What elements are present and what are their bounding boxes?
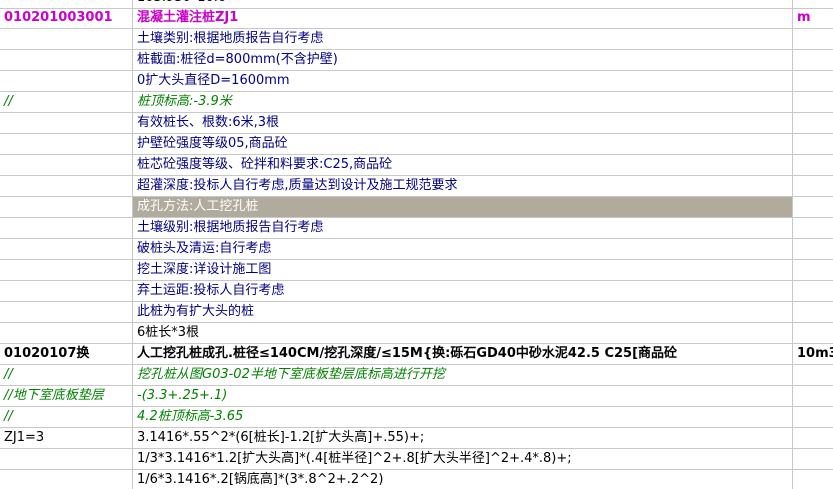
grid-cell-c1[interactable]: ZJ1=3 — [0, 428, 133, 448]
grid-row[interactable]: //挖孔桩从图G03-02半地下室底板垫层底标高进行开挖 — [0, 365, 833, 386]
grid-cell-c2[interactable]: 3.1416*.55^2*(6[桩长]-1.2[扩大头高]+.55)+; — [133, 428, 793, 448]
grid-cell-c3[interactable] — [793, 470, 833, 489]
grid-cell-c2[interactable]: 人工挖孔桩成孔.桩径≤140CM/挖孔深度/≤15M{换:砾石GD40中砂水泥4… — [133, 344, 793, 364]
grid-cell-c1[interactable] — [0, 470, 133, 489]
grid-row[interactable]: 1/6*3.1416*.2[锅底高]*(3*.8^2+.2^2) — [0, 470, 833, 489]
grid-cell-c1[interactable] — [0, 323, 133, 343]
grid-cell-c3[interactable] — [793, 50, 833, 70]
grid-cell-c2[interactable]: 1/6*3.1416*.2[锅底高]*(3*.8^2+.2^2) — [133, 470, 793, 489]
grid-row[interactable]: 01020107换 人工挖孔桩成孔.桩径≤140CM/挖孔深度/≤15M{换:砾石… — [0, 344, 833, 365]
quantity-grid: 103.930*10.6010201003001混凝土灌注桩ZJ1m土壤类别:根… — [0, 0, 833, 489]
grid-row[interactable]: 1/3*3.1416*1.2[扩大头高]*(.4[桩半径]^2+.8[扩大头半径… — [0, 449, 833, 470]
grid-cell-c1[interactable] — [0, 260, 133, 280]
grid-cell-c2[interactable]: 0扩大头直径D=1600mm — [133, 71, 793, 91]
grid-row[interactable]: 6桩长*3根 — [0, 323, 833, 344]
grid-cell-c2[interactable]: 桩截面:桩径d=800mm(不含护壁) — [133, 50, 793, 70]
grid-cell-c1[interactable] — [0, 71, 133, 91]
grid-cell-c3[interactable] — [793, 323, 833, 343]
grid-cell-c1[interactable]: 010201003001 — [0, 8, 133, 28]
grid-cell-c2[interactable]: 挖土深度:详设计施工图 — [133, 260, 793, 280]
grid-cell-c2[interactable]: 混凝土灌注桩ZJ1 — [133, 8, 793, 28]
grid-cell-c3[interactable] — [793, 92, 833, 112]
grid-cell-c2[interactable]: 护壁砼强度等级05,商品砼 — [133, 134, 793, 154]
grid-cell-c1[interactable]: //地下室底板垫层 — [0, 386, 133, 406]
grid-cell-c2[interactable]: 超灌深度:投标人自行考虑,质量达到设计及施工规范要求 — [133, 176, 793, 196]
grid-cell-c2[interactable]: 桩顶标高:-3.9米 — [133, 92, 793, 112]
grid-cell-c1[interactable] — [0, 176, 133, 196]
grid-cell-c1[interactable] — [0, 155, 133, 175]
grid-row[interactable]: 010201003001 混凝土灌注桩ZJ1 m — [0, 8, 833, 29]
grid-cell-c3[interactable]: 10m3 — [793, 344, 833, 364]
grid-cell-c2[interactable]: 成孔方法:人工挖孔桩 — [133, 197, 793, 217]
grid-cell-c3[interactable] — [793, 302, 833, 322]
grid-row[interactable]: 土壤类别:根据地质报告自行考虑 — [0, 29, 833, 50]
grid-cell-c1[interactable] — [0, 239, 133, 259]
grid-row[interactable]: 护壁砼强度等级05,商品砼 — [0, 134, 833, 155]
grid-cell-c3[interactable] — [793, 197, 833, 217]
grid-row[interactable]: 桩芯砼强度等级、砼拌和料要求:C25,商品砼 — [0, 155, 833, 176]
grid-row[interactable]: 破桩头及清运:自行考虑 — [0, 239, 833, 260]
grid-cell-c3[interactable] — [793, 386, 833, 406]
grid-cell-c3[interactable] — [793, 281, 833, 301]
grid-cell-c2[interactable]: 土壤类别:根据地质报告自行考虑 — [133, 29, 793, 49]
grid-cell-c2[interactable]: 6桩长*3根 — [133, 323, 793, 343]
grid-cell-c3[interactable] — [793, 29, 833, 49]
grid-row[interactable]: 挖土深度:详设计施工图 — [0, 260, 833, 281]
grid-row[interactable]: //4.2桩顶标高-3.65 — [0, 407, 833, 428]
grid-cell-c1[interactable] — [0, 281, 133, 301]
grid-row[interactable]: 超灌深度:投标人自行考虑,质量达到设计及施工规范要求 — [0, 176, 833, 197]
grid-cell-c2[interactable]: -(3.3+.25+.1) — [133, 386, 793, 406]
grid-cell-c1[interactable] — [0, 0, 133, 8]
grid-row[interactable]: //地下室底板垫层 -(3.3+.25+.1) — [0, 386, 833, 407]
grid-cell-c3[interactable] — [793, 0, 833, 8]
grid-row[interactable]: 成孔方法:人工挖孔桩 — [0, 197, 833, 218]
grid-cell-c2[interactable]: 弃土运距:投标人自行考虑 — [133, 281, 793, 301]
grid-row[interactable]: 土壤级别:根据地质报告自行考虑 — [0, 218, 833, 239]
grid-row[interactable]: 此桩为有扩大头的桩 — [0, 302, 833, 323]
grid-cell-c1[interactable] — [0, 29, 133, 49]
grid-cell-c3[interactable] — [793, 407, 833, 427]
grid-cell-c3[interactable] — [793, 260, 833, 280]
grid-cell-c2[interactable]: 土壤级别:根据地质报告自行考虑 — [133, 218, 793, 238]
grid-cell-c1[interactable]: // — [0, 407, 133, 427]
grid-cell-c1[interactable] — [0, 50, 133, 70]
grid-cell-c3[interactable] — [793, 365, 833, 385]
grid-row[interactable]: 弃土运距:投标人自行考虑 — [0, 281, 833, 302]
grid-cell-c1[interactable] — [0, 113, 133, 133]
grid-cell-c2[interactable]: 有效桩长、根数:6米,3根 — [133, 113, 793, 133]
grid-cell-c1[interactable] — [0, 302, 133, 322]
grid-cell-c2[interactable]: 此桩为有扩大头的桩 — [133, 302, 793, 322]
grid-cell-c3[interactable] — [793, 239, 833, 259]
grid-row[interactable]: 有效桩长、根数:6米,3根 — [0, 113, 833, 134]
grid-cell-c3[interactable] — [793, 428, 833, 448]
grid-cell-c3[interactable] — [793, 71, 833, 91]
grid-row[interactable]: ZJ1=3 3.1416*.55^2*(6[桩长]-1.2[扩大头高]+.55)+… — [0, 428, 833, 449]
grid-cell-c1[interactable] — [0, 134, 133, 154]
grid-cell-c1[interactable]: // — [0, 92, 133, 112]
grid-cell-c3[interactable] — [793, 176, 833, 196]
grid-cell-c1[interactable]: 01020107换 — [0, 344, 133, 364]
grid-cell-c3[interactable] — [793, 218, 833, 238]
grid-cell-c3[interactable] — [793, 134, 833, 154]
grid-cell-c3[interactable] — [793, 155, 833, 175]
grid-row[interactable]: 0扩大头直径D=1600mm — [0, 71, 833, 92]
grid-cell-c2[interactable]: 挖孔桩从图G03-02半地下室底板垫层底标高进行开挖 — [133, 365, 793, 385]
grid-cell-c2[interactable]: 103.930*10.6 — [133, 0, 793, 8]
grid-cell-c3[interactable] — [793, 113, 833, 133]
grid-row[interactable]: //桩顶标高:-3.9米 — [0, 92, 833, 113]
grid-cell-c3[interactable] — [793, 449, 833, 469]
grid-cell-c2[interactable]: 4.2桩顶标高-3.65 — [133, 407, 793, 427]
grid-cell-c1[interactable] — [0, 197, 133, 217]
grid-row[interactable]: 桩截面:桩径d=800mm(不含护壁) — [0, 50, 833, 71]
grid-cell-c2[interactable]: 桩芯砼强度等级、砼拌和料要求:C25,商品砼 — [133, 155, 793, 175]
grid-cell-c3[interactable]: m — [793, 8, 833, 28]
grid-cell-c2[interactable]: 1/3*3.1416*1.2[扩大头高]*(.4[桩半径]^2+.8[扩大头半径… — [133, 449, 793, 469]
grid-cell-c1[interactable]: // — [0, 365, 133, 385]
grid-cell-c2[interactable]: 破桩头及清运:自行考虑 — [133, 239, 793, 259]
grid-cell-c1[interactable] — [0, 218, 133, 238]
grid-cell-c1[interactable] — [0, 449, 133, 469]
